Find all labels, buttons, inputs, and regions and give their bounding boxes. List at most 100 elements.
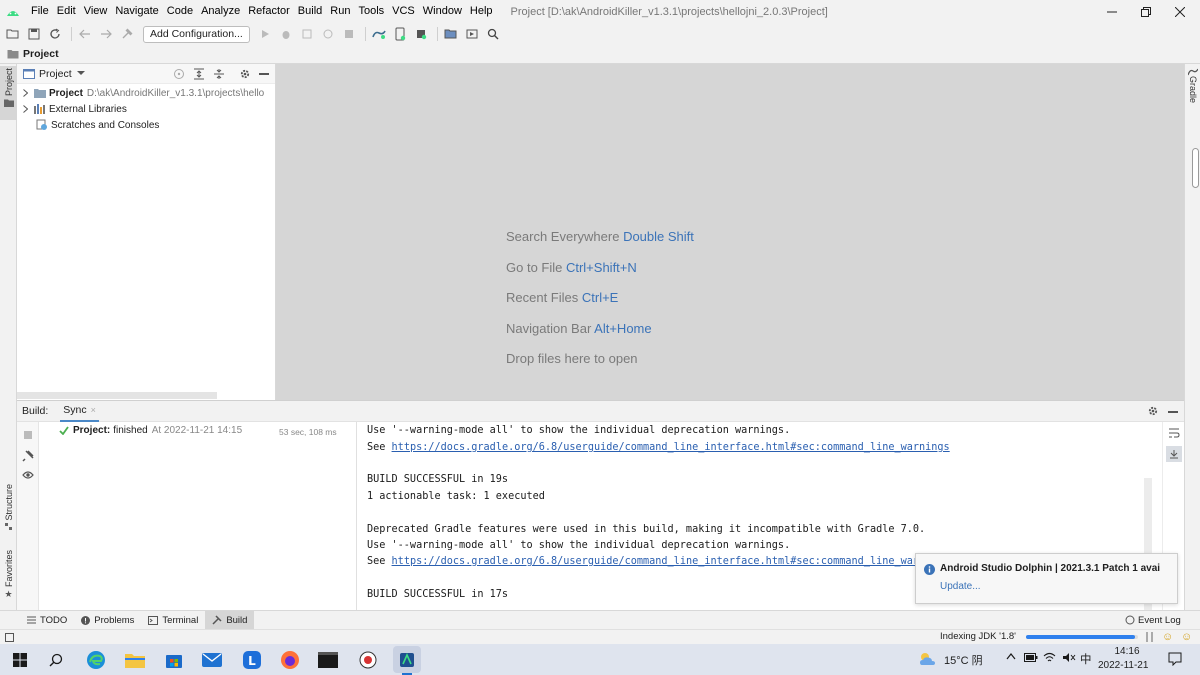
menu-view[interactable]: View [80,0,112,23]
menu-vcs[interactable]: VCS [388,0,419,23]
pause-icon[interactable] [1146,632,1154,642]
hide-panel-icon[interactable] [1168,411,1178,413]
back-arrow-icon[interactable] [76,25,94,43]
gear-icon[interactable] [1147,405,1159,417]
feedback-happy-icon[interactable]: ☺ [1162,631,1173,643]
menu-window[interactable]: Window [419,0,466,23]
chevron-right-icon[interactable] [23,105,28,113]
menu-code[interactable]: Code [163,0,197,23]
tree-item-project[interactable]: Project D:\ak\AndroidKiller_v1.3.1\proje… [17,85,264,101]
update-link[interactable]: Update... [940,581,981,592]
scratches-icon [36,119,48,131]
gradle-docs-link[interactable]: https://docs.gradle.org/6.8/userguide/co… [392,442,950,453]
terminal-app-icon[interactable] [316,648,340,672]
open-folder-icon[interactable] [4,25,22,43]
firefox-icon[interactable] [278,648,302,672]
mail-icon[interactable] [200,648,224,672]
device-manager-icon[interactable] [463,25,481,43]
volume-muted-icon[interactable] [1062,652,1076,663]
apply-changes-icon[interactable] [298,25,316,43]
project-structure-icon[interactable] [442,25,460,43]
tab-event-log[interactable]: Event Log [1118,611,1188,630]
chevron-down-icon[interactable] [76,71,85,76]
file-explorer-icon[interactable] [123,648,147,672]
structure-tool-tab[interactable]: Structure [0,484,17,540]
console-line: Use '--warning-mode all' to show the ind… [367,425,791,436]
menu-tools[interactable]: Tools [354,0,388,23]
expand-all-icon[interactable] [193,68,205,80]
pin-icon[interactable] [22,450,34,462]
menu-navigate[interactable]: Navigate [111,0,162,23]
hide-panel-icon[interactable] [259,73,269,75]
wifi-icon[interactable] [1043,652,1056,663]
soft-wrap-icon[interactable] [1168,428,1180,438]
android-studio-taskbar-icon[interactable] [393,646,421,673]
menu-analyze[interactable]: Analyze [197,0,244,23]
gear-icon[interactable] [239,68,251,80]
sdk-manager-icon[interactable] [412,25,430,43]
microsoft-store-icon[interactable] [162,648,186,672]
run-icon[interactable] [256,25,274,43]
chevron-up-icon[interactable] [1006,652,1016,660]
tab-build[interactable]: Build [205,610,255,630]
lenovo-app-icon[interactable]: L [240,648,264,672]
console-line: Deprecated Gradle features were used in … [367,524,926,535]
clock-time[interactable]: 14:16 [1112,646,1142,657]
stop-icon[interactable] [340,25,358,43]
project-tool-tab[interactable]: Project [0,66,17,120]
collapse-all-icon[interactable] [213,68,225,80]
attach-debugger-icon[interactable] [319,25,337,43]
forward-arrow-icon[interactable] [97,25,115,43]
add-configuration-button[interactable]: Add Configuration... [143,25,250,43]
locate-icon[interactable] [173,68,185,80]
notification-center-icon[interactable] [1168,652,1182,666]
weather-text[interactable]: 15°C 阴 [944,652,983,668]
chevron-right-icon[interactable] [23,89,28,97]
update-notification[interactable]: Android Studio Dolphin | 2021.3.1 Patch … [915,553,1178,604]
save-all-icon[interactable] [25,25,43,43]
menu-edit[interactable]: Edit [53,0,80,23]
close-button[interactable] [1160,0,1200,23]
feedback-face-icon[interactable]: ☺ [1181,631,1192,643]
toggle-tool-windows-icon[interactable] [5,633,14,642]
gradle-tool-tab[interactable]: Gradle [1185,68,1200,116]
close-tab-icon[interactable]: × [91,405,96,415]
sync-icon[interactable] [46,25,64,43]
debug-icon[interactable] [277,25,295,43]
build-task-name: Project: [73,425,111,436]
console-line: BUILD SUCCESSFUL in 17s [367,589,509,600]
tab-problems[interactable]: Problems [74,611,141,630]
windows-start-icon[interactable] [8,648,32,672]
clock-date[interactable]: 2022-11-21 [1098,660,1148,671]
menu-build[interactable]: Build [294,0,326,23]
avd-manager-icon[interactable] [391,25,409,43]
scrollbar-thumb[interactable] [1192,148,1199,188]
tab-sync[interactable]: Sync × [60,401,99,422]
menu-run[interactable]: Run [326,0,354,23]
gradle-sync-icon[interactable] [370,25,388,43]
tab-todo[interactable]: TODO [20,611,74,630]
ime-indicator[interactable]: 中 [1080,651,1092,667]
build-task-row[interactable]: Project: finished At 2022-11-21 14:15 [59,425,242,436]
tree-item-external-libraries[interactable]: External Libraries [17,101,127,117]
tab-terminal[interactable]: Terminal [141,611,205,630]
scroll-to-end-icon[interactable] [1166,446,1182,462]
menu-file[interactable]: File [27,0,53,23]
menu-help[interactable]: Help [466,0,497,23]
stop-icon[interactable] [23,430,33,440]
android-killer-icon[interactable] [356,648,380,672]
search-icon[interactable] [44,648,68,672]
tree-item-scratches[interactable]: Scratches and Consoles [17,117,159,133]
project-view-selector[interactable]: Project [39,68,72,80]
battery-icon[interactable] [1024,653,1038,662]
search-icon[interactable] [484,25,502,43]
horizontal-scrollbar[interactable] [17,392,217,399]
menu-refactor[interactable]: Refactor [244,0,294,23]
console-line: Use '--warning-mode all' to show the ind… [367,540,791,551]
build-hammer-icon[interactable] [118,25,136,43]
edge-browser-icon[interactable] [84,648,108,672]
eye-icon[interactable] [22,470,34,480]
favorites-tool-tab[interactable]: Favorites ★ [0,550,17,606]
breadcrumb-project[interactable]: Project [23,48,59,60]
gradle-docs-link[interactable]: https://docs.gradle.org/6.8/userguide/co… [392,556,919,567]
